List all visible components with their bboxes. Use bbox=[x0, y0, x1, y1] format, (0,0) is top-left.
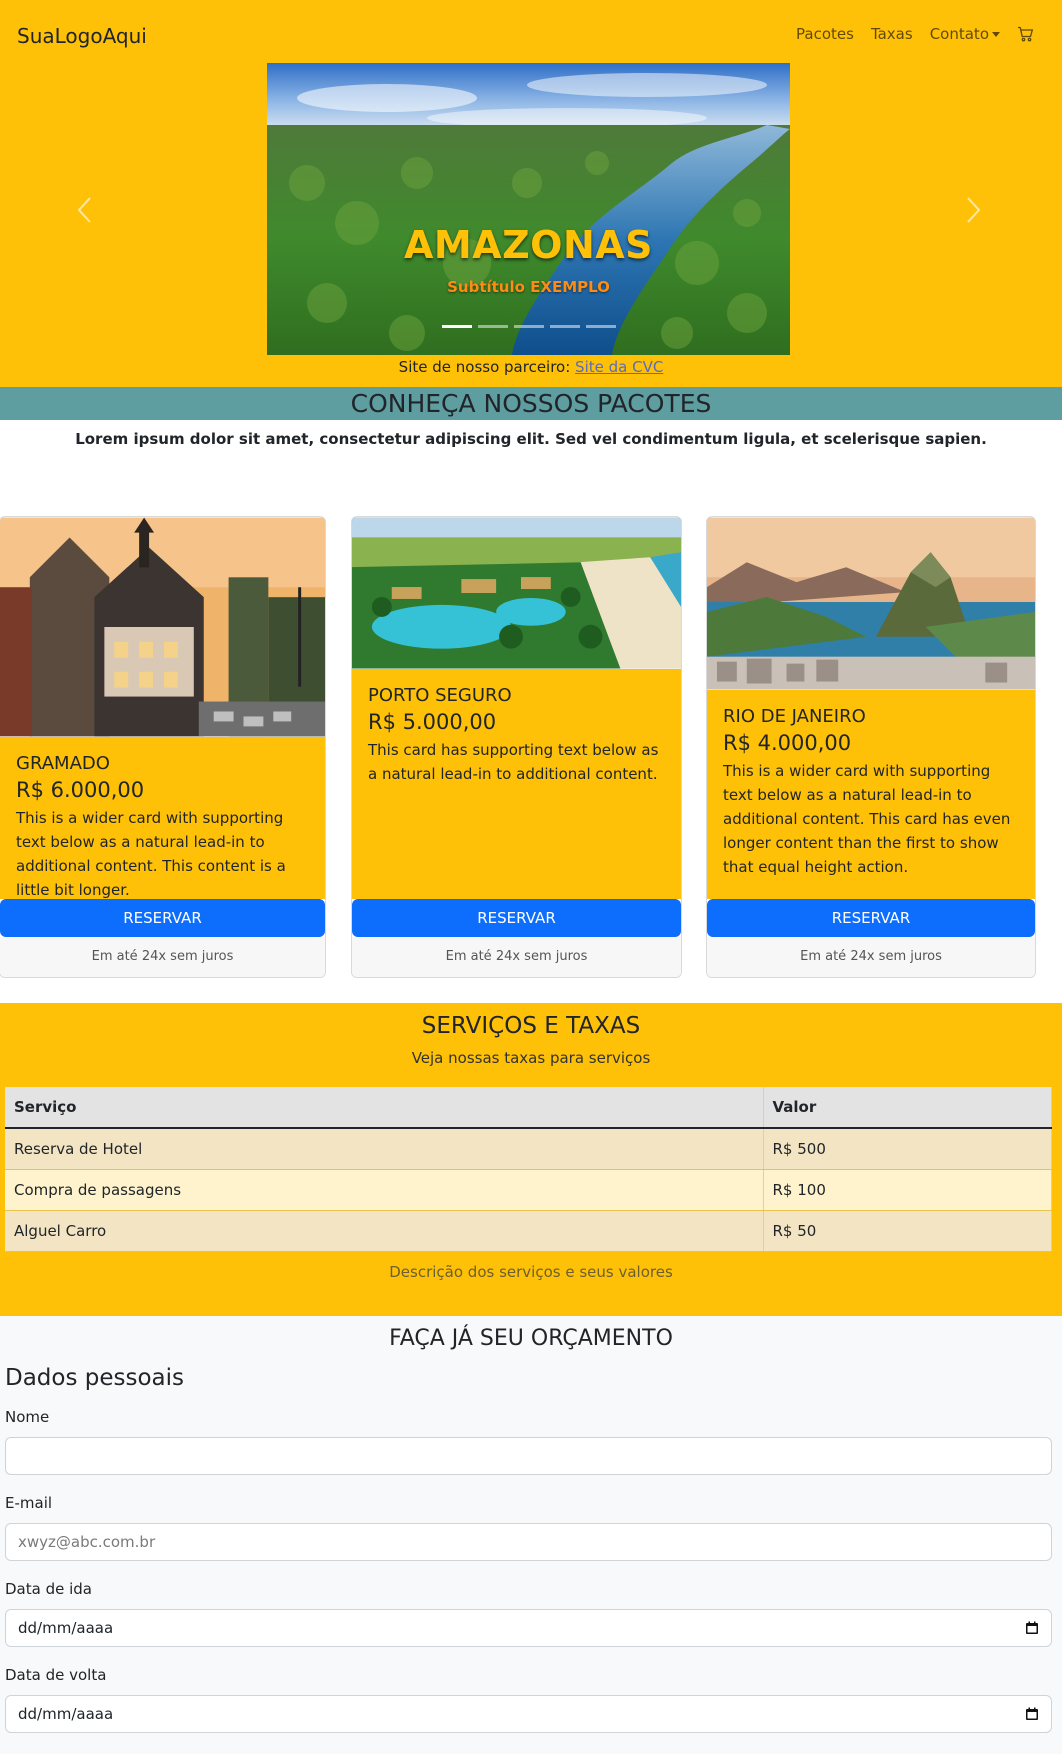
depart-date-value: dd/mm/aaaa bbox=[18, 1619, 114, 1637]
return-date-label: Data de volta bbox=[5, 1666, 107, 1684]
carousel[interactable]: AMAZONAS Subtítulo EXEMPLO bbox=[267, 63, 790, 355]
name-input[interactable] bbox=[5, 1437, 1052, 1475]
calendar-icon[interactable] bbox=[1025, 1707, 1039, 1721]
gramado-image bbox=[0, 517, 325, 737]
service-value: R$ 100 bbox=[763, 1169, 1052, 1211]
card-price: R$ 6.000,00 bbox=[16, 778, 145, 802]
nav-links: Pacotes Taxas Contato bbox=[796, 25, 1034, 43]
calendar-icon[interactable] bbox=[1025, 1621, 1039, 1635]
carousel-indicator[interactable] bbox=[549, 325, 580, 328]
card-price: R$ 5.000,00 bbox=[368, 710, 497, 734]
porto-seguro-image bbox=[352, 517, 681, 669]
package-card-rio-de-janeiro: RIO DE JANEIRO R$ 4.000,00 This is a wid… bbox=[706, 516, 1036, 978]
card-title: GRAMADO bbox=[16, 753, 110, 774]
nav-link-taxas[interactable]: Taxas bbox=[871, 25, 913, 43]
partner-text: Site de nosso parceiro: bbox=[398, 358, 576, 376]
card-text: This card has supporting text below as a… bbox=[368, 741, 659, 783]
partner-link[interactable]: Site da CVC bbox=[575, 358, 663, 376]
card-footer: Em até 24x sem juros bbox=[352, 937, 681, 977]
services-subtitle: Veja nossas taxas para serviços bbox=[411, 1049, 651, 1067]
quote-title: FAÇA JÁ SEU ORÇAMENTO bbox=[389, 1326, 673, 1351]
card-body: PORTO SEGURO R$ 5.000,00 This card has s… bbox=[352, 669, 681, 899]
carousel-indicator[interactable] bbox=[477, 325, 508, 328]
services-section: SERVIÇOS E TAXAS Veja nossas taxas para … bbox=[0, 1003, 1062, 1316]
nav-link-contato[interactable]: Contato bbox=[930, 25, 989, 43]
service-value: R$ 50 bbox=[763, 1210, 1052, 1252]
nav-link-pacotes[interactable]: Pacotes bbox=[796, 25, 854, 43]
column-header-service: Serviço bbox=[5, 1087, 764, 1129]
hero-section: SuaLogoAqui Pacotes Taxas Contato AMAZON… bbox=[0, 0, 1062, 387]
carousel-indicators bbox=[267, 325, 790, 328]
services-table: Serviço Valor Reserva de Hotel R$ 500 Co… bbox=[5, 1087, 1052, 1252]
card-price: R$ 4.000,00 bbox=[723, 731, 852, 755]
partner-line: Site de nosso parceiro: Site da CVC bbox=[0, 358, 1062, 376]
reserve-button[interactable]: RESERVAR bbox=[0, 899, 325, 937]
card-body: RIO DE JANEIRO R$ 4.000,00 This is a wid… bbox=[707, 690, 1035, 899]
card-text: This is a wider card with supporting tex… bbox=[723, 762, 1011, 876]
service-name: Alguel Carro bbox=[5, 1210, 764, 1252]
service-name: Compra de passagens bbox=[5, 1169, 764, 1211]
caret-down-icon bbox=[992, 32, 1000, 37]
depart-date-label: Data de ida bbox=[5, 1580, 92, 1598]
package-card-gramado: GRAMADO R$ 6.000,00 This is a wider card… bbox=[0, 516, 326, 978]
nav-dropdown-contato[interactable]: Contato bbox=[930, 25, 1000, 43]
table-row: Alguel Carro R$ 50 bbox=[5, 1210, 1052, 1252]
packages-title: CONHEÇA NOSSOS PACOTES bbox=[0, 387, 1062, 420]
navbar: SuaLogoAqui Pacotes Taxas Contato bbox=[0, 0, 1062, 70]
carousel-indicator[interactable] bbox=[585, 325, 616, 328]
cart-icon[interactable] bbox=[1017, 26, 1034, 42]
chevron-right-icon bbox=[967, 197, 981, 223]
depart-date-input[interactable]: dd/mm/aaaa bbox=[5, 1609, 1052, 1647]
table-header-row: Serviço Valor bbox=[5, 1087, 1052, 1129]
card-footer: Em até 24x sem juros bbox=[707, 937, 1035, 977]
card-title: RIO DE JANEIRO bbox=[723, 706, 866, 727]
services-title: SERVIÇOS E TAXAS bbox=[421, 1013, 641, 1039]
rio-de-janeiro-image bbox=[707, 517, 1035, 690]
carousel-prev-button[interactable] bbox=[70, 190, 100, 230]
table-row: Compra de passagens R$ 100 bbox=[5, 1169, 1052, 1211]
service-name: Reserva de Hotel bbox=[5, 1128, 764, 1170]
card-footer: Em até 24x sem juros bbox=[0, 937, 325, 977]
card-body: GRAMADO R$ 6.000,00 This is a wider card… bbox=[0, 737, 325, 899]
carousel-subtitle: Subtítulo EXEMPLO bbox=[447, 278, 610, 296]
chevron-left-icon bbox=[77, 197, 91, 223]
email-input[interactable] bbox=[5, 1523, 1052, 1561]
return-date-value: dd/mm/aaaa bbox=[18, 1705, 114, 1723]
brand-logo[interactable]: SuaLogoAqui bbox=[17, 24, 147, 48]
name-label: Nome bbox=[5, 1408, 50, 1426]
carousel-title: AMAZONAS bbox=[403, 223, 654, 267]
packages-lead: Lorem ipsum dolor sit amet, consectetur … bbox=[75, 430, 987, 448]
services-caption: Descrição dos serviços e seus valores bbox=[389, 1263, 673, 1281]
form-section-title: Dados pessoais bbox=[5, 1365, 185, 1391]
table-row: Reserva de Hotel R$ 500 bbox=[5, 1128, 1052, 1170]
column-header-value: Valor bbox=[763, 1087, 1052, 1129]
reserve-button[interactable]: RESERVAR bbox=[707, 899, 1035, 937]
carousel-indicator[interactable] bbox=[441, 325, 472, 328]
email-label: E-mail bbox=[5, 1494, 53, 1512]
return-date-input[interactable]: dd/mm/aaaa bbox=[5, 1695, 1052, 1733]
reserve-button[interactable]: RESERVAR bbox=[352, 899, 681, 937]
card-text: This is a wider card with supporting tex… bbox=[16, 809, 286, 899]
carousel-next-button[interactable] bbox=[958, 190, 988, 230]
service-value: R$ 500 bbox=[763, 1128, 1052, 1170]
amazon-river-image bbox=[267, 63, 790, 355]
carousel-indicator[interactable] bbox=[513, 325, 544, 328]
package-card-porto-seguro: PORTO SEGURO R$ 5.000,00 This card has s… bbox=[351, 516, 682, 978]
card-title: PORTO SEGURO bbox=[368, 685, 512, 706]
